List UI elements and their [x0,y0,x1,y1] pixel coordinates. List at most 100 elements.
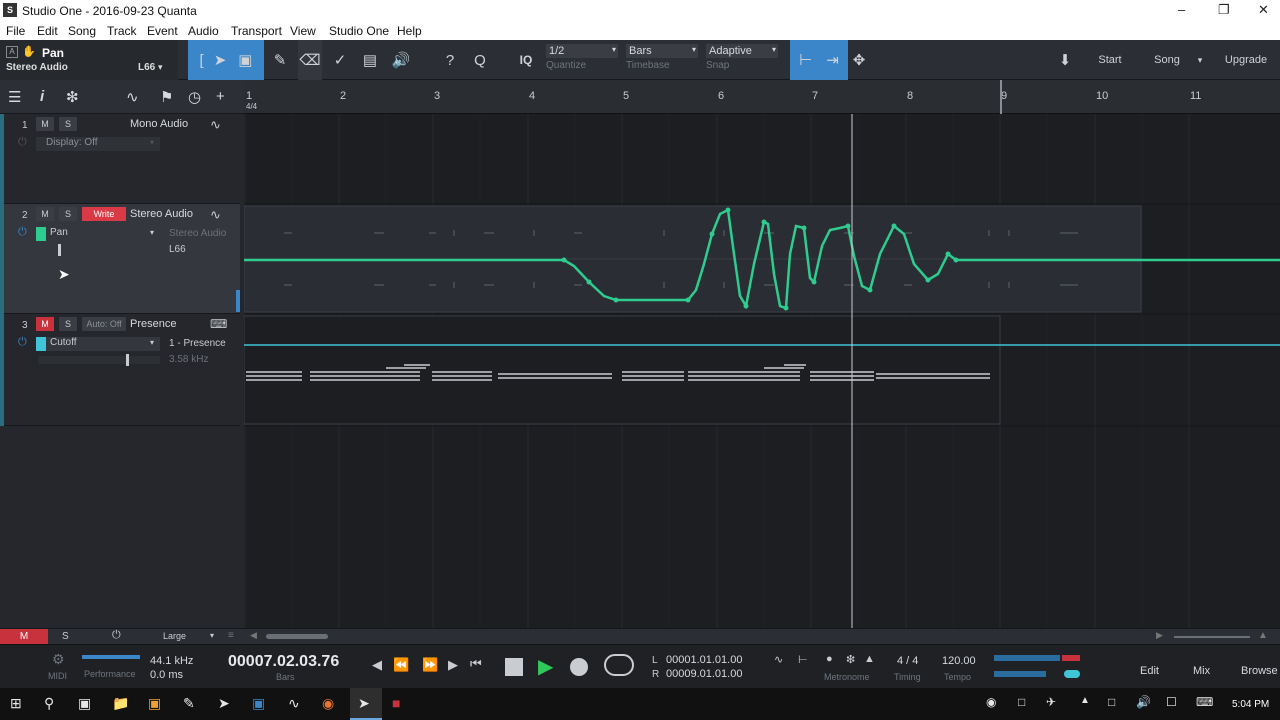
click-icon[interactable]: ● [826,653,833,665]
solo-button[interactable]: S [59,207,77,221]
menu-file[interactable]: File [6,24,25,38]
track-name[interactable]: Stereo Audio [130,208,193,220]
midi-settings-icon[interactable]: ⚙ [52,651,65,668]
menu-edit[interactable]: Edit [37,24,58,38]
volume-icon[interactable]: 🔊 [1136,695,1151,709]
track-size-dropdown[interactable]: Large [163,631,186,641]
arrange-view[interactable]: 4/4 1 2 3 4 5 6 7 8 9 10 11 [244,80,1280,628]
right-locator[interactable]: 00009.01.01.00 [666,668,742,680]
go-to-end-icon[interactable]: ⏮ [470,656,482,672]
left-locator[interactable]: 00001.01.01.00 [666,654,742,666]
record-button[interactable] [570,658,588,676]
taskbar-clock[interactable]: 5:04 PM [1232,699,1269,710]
tray-icon[interactable]: ✈ [1046,695,1056,709]
notifications-icon[interactable]: ☐ [1166,695,1177,709]
task-view-icon[interactable]: ▣ [78,695,91,712]
upgrade-button[interactable]: Upgrade [1220,40,1272,80]
app-icon[interactable]: ▣ [252,695,265,712]
snap-left-icon[interactable]: ⊢ [799,51,812,69]
step-forward-icon[interactable]: ▶ [448,657,458,673]
instrument-part[interactable] [244,315,1001,425]
file-explorer-icon[interactable]: 📁 [112,695,129,712]
automation-param-dropdown[interactable]: Pan [46,227,160,241]
track-name[interactable]: Mono Audio [130,118,188,130]
mute-button[interactable]: M [36,317,54,331]
menu-view[interactable]: View [290,24,316,38]
split-tool-icon[interactable]: ▤ [360,40,380,80]
list-view-icon[interactable]: ≡ [228,630,234,641]
search-icon[interactable]: ⚲ [44,695,54,712]
eraser-tool-icon[interactable]: ⌫ [298,40,322,80]
return-to-start-icon[interactable]: ◀ [372,657,382,673]
metronome-icon[interactable]: ▲ [864,653,875,665]
automation-mode-button[interactable]: Auto: Off [82,317,126,331]
track-3[interactable]: 3 M S Auto: Off Presence ⌨ ⏻ Cutoff ▾ 1 … [4,314,240,426]
track-1[interactable]: 1 M S Mono Audio ∿ ⏻ Display: Off ▾ [4,114,240,204]
power-icon[interactable]: ⏻ [18,336,27,349]
menu-event[interactable]: Event [147,24,178,38]
range-tool-icon[interactable]: ▣ [238,51,252,69]
timing-value[interactable]: 4 / 4 [897,655,918,667]
snap-right-icon[interactable]: ⇥ [826,51,839,69]
global-mute-button[interactable]: M [0,629,48,644]
tempo-value[interactable]: 120.00 [942,655,976,667]
firefox-icon[interactable]: ◉ [322,695,334,712]
position-display[interactable]: 00007.02.03.76 [228,653,339,671]
quantize-dropdown[interactable]: 1/2 ▾ Quantize [546,44,618,71]
start-button[interactable]: Start [1094,40,1126,80]
app-icon[interactable]: ✎ [183,695,195,712]
automation-param-dropdown[interactable]: Cutoff [46,337,160,351]
list-menu-icon[interactable]: ☰ [8,88,21,106]
stop-button[interactable] [505,658,523,676]
tray-icon[interactable]: □ [1018,695,1025,709]
horizontal-scrollbar[interactable] [266,634,328,639]
loop-end-marker[interactable] [998,80,1002,114]
rewind-icon[interactable]: ⏪ [393,657,409,673]
arrow-tool-icon[interactable]: ➤ [214,51,227,69]
zoom-slider[interactable] [1174,636,1250,638]
app-icon[interactable]: ▣ [148,695,161,712]
precount-icon[interactable]: ∿ [774,653,783,666]
snap-dropdown[interactable]: Adaptive ▾ Snap [706,44,778,71]
add-track-icon[interactable]: + [216,88,225,105]
power-icon[interactable]: ⏻ [18,136,27,149]
loop-icon[interactable] [604,654,634,676]
timeline-ruler[interactable]: 4/4 1 2 3 4 5 6 7 8 9 10 11 [244,80,1280,114]
restore-icon[interactable]: ❐ [1218,2,1230,18]
menu-track[interactable]: Track [107,24,137,38]
menu-studio-one[interactable]: Studio One [329,24,389,38]
browse-view-button[interactable]: Browse [1241,665,1278,677]
help-icon[interactable]: ? [440,40,460,80]
cutoff-slider[interactable] [38,354,160,366]
monitor-icon[interactable]: ⏻ [112,629,121,642]
paint-tool-icon[interactable]: ✓ [330,40,350,80]
zoom-icon[interactable]: Q [470,40,490,80]
zoom-in-icon[interactable]: ▲ [1258,630,1268,641]
power-icon[interactable]: ⏻ [18,226,27,239]
snap-split-icon[interactable]: ✥ [850,40,868,80]
chevron-down-icon[interactable]: ▾ [1196,40,1204,80]
marker-flag-icon[interactable]: ⚑ [160,88,173,106]
automation-mode-button[interactable]: Write [82,207,126,221]
wrench-icon[interactable]: ❇ [66,88,79,106]
pencil-tool-icon[interactable]: ✎ [270,40,290,80]
menu-help[interactable]: Help [397,24,422,38]
track-name[interactable]: Presence [130,318,176,330]
pan-value-dropdown[interactable]: L66 [138,62,155,73]
inspector-icon[interactable]: i [40,88,44,105]
solo-button[interactable]: S [59,317,77,331]
menu-transport[interactable]: Transport [231,24,282,38]
automation-curve-icon[interactable]: ∿ [126,88,139,106]
mute-button[interactable]: M [36,207,54,221]
timebase-dropdown[interactable]: Bars ▾ Timebase [626,44,698,71]
minimize-icon[interactable]: – [1178,2,1185,17]
output-toggle-icon[interactable] [1064,670,1080,678]
metronome-settings-icon[interactable]: ❇ [846,653,855,666]
keyboard-icon[interactable]: ⌨ [1196,695,1213,709]
global-solo-button[interactable]: S [62,631,69,642]
slider-knob[interactable] [126,354,129,366]
download-icon[interactable]: ⬇ [1052,40,1078,80]
iq-button[interactable]: IQ [514,40,538,80]
automation-param-dropdown[interactable]: Display: Off [36,137,160,151]
preroll-icon[interactable]: ⊢ [798,653,808,666]
